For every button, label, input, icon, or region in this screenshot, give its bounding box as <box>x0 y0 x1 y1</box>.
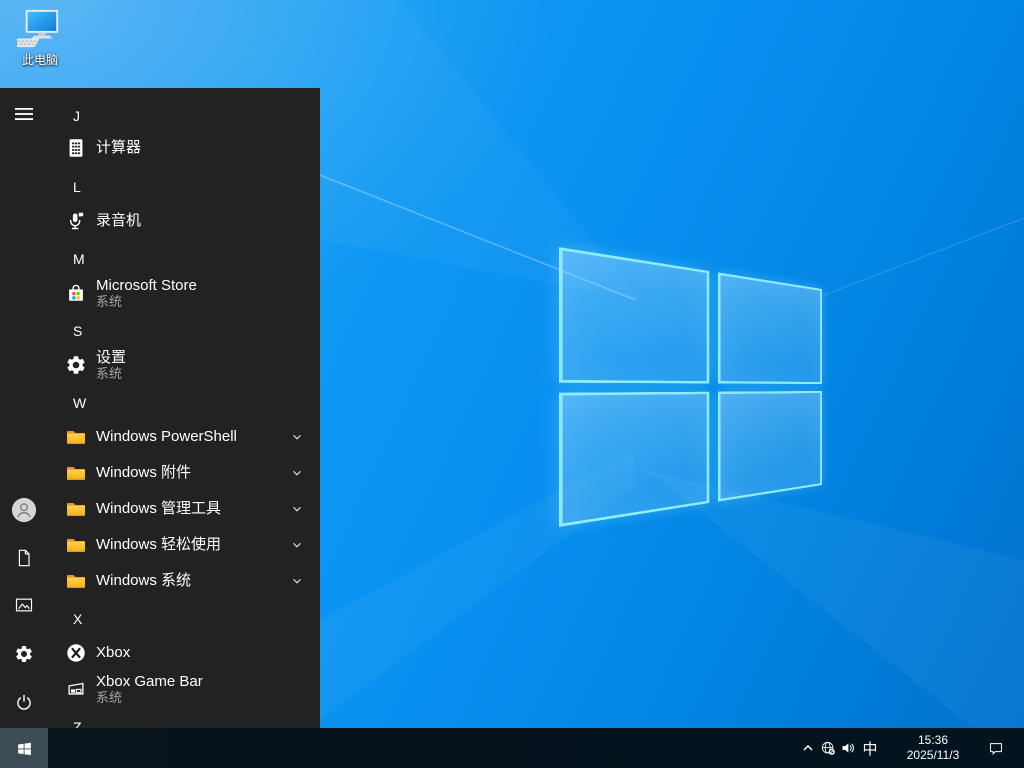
app-row-windows-轻松使用[interactable]: Windows 轻松使用 <box>48 527 320 563</box>
folder-icon <box>64 533 88 557</box>
action-center-button[interactable] <box>976 728 1016 768</box>
logo-pane <box>558 247 710 383</box>
voice-recorder-icon <box>64 209 88 233</box>
logo-pane <box>558 391 710 527</box>
document-icon <box>14 548 34 573</box>
section-letter-X[interactable]: X <box>73 604 82 634</box>
rail-pictures-button[interactable] <box>0 583 48 631</box>
rail-menu-button[interactable] <box>0 92 48 140</box>
notification-icon <box>976 728 1016 768</box>
chevron-down-icon[interactable] <box>290 502 304 516</box>
start-menu-app-list: J 计算器 L 录音机 M Microsoft Store 系统 S 设置 系统 W Windows … <box>48 88 320 728</box>
taskbar[interactable]: 中 15:36 2025/11/3 <box>0 728 1024 768</box>
start-menu-rail <box>0 88 48 728</box>
app-text: Windows 附件 <box>96 465 191 481</box>
user-icon <box>11 497 37 528</box>
chevron-down-icon[interactable] <box>290 538 304 552</box>
chevron-down-icon[interactable] <box>290 466 304 480</box>
app-row-windows-系统[interactable]: Windows 系统 <box>48 563 320 599</box>
desktop-icon-label: 此电脑 <box>21 53 58 67</box>
app-row-windows-管理工具[interactable]: Windows 管理工具 <box>48 491 320 527</box>
hidden-icons-button[interactable] <box>798 728 818 768</box>
logo-pane <box>717 390 822 502</box>
section-letter-Z[interactable]: Z <box>73 712 82 728</box>
system-tray: 中 15:36 2025/11/3 <box>798 728 1024 768</box>
app-text: Xbox Game Bar 系统 <box>96 672 203 705</box>
logo-pane <box>717 272 822 384</box>
app-label: Windows 轻松使用 <box>96 536 222 553</box>
windows-logo-icon <box>0 728 48 768</box>
start-button[interactable] <box>0 728 48 768</box>
clock[interactable]: 15:36 2025/11/3 <box>896 728 970 768</box>
power-icon <box>14 692 34 717</box>
rail-documents-button[interactable] <box>0 536 48 584</box>
app-text: Windows PowerShell <box>96 429 237 445</box>
app-label: Windows 附件 <box>96 464 192 481</box>
folder-icon <box>64 497 88 521</box>
clock-date: 2025/11/3 <box>906 748 960 762</box>
rail-power-button[interactable] <box>0 680 48 728</box>
app-label: 录音机 <box>96 212 142 229</box>
app-sublabel: 系统 <box>96 689 123 705</box>
xbox-game-bar-icon <box>64 677 88 701</box>
clock-time: 15:36 <box>917 733 949 747</box>
desktop-icon-this-pc[interactable]: 此电脑 <box>8 8 72 80</box>
app-row-xbox[interactable]: Xbox <box>48 635 320 671</box>
chevron-up-icon <box>798 728 818 768</box>
app-label: Windows 管理工具 <box>96 500 222 517</box>
chevron-down-icon[interactable] <box>290 430 304 444</box>
pictures-icon <box>14 595 34 620</box>
rail-user-button[interactable] <box>0 488 48 536</box>
store-icon <box>64 281 88 305</box>
settings-icon <box>64 353 88 377</box>
app-label: Xbox Game Bar <box>96 672 203 690</box>
settings-icon <box>14 644 34 669</box>
chevron-down-icon[interactable] <box>290 574 304 588</box>
section-letter-S[interactable]: S <box>73 316 82 346</box>
hamburger-icon <box>14 104 34 129</box>
app-label: 设置 <box>96 348 127 366</box>
ime-indicator[interactable]: 中 <box>858 728 882 768</box>
app-label: 计算器 <box>96 139 142 156</box>
app-text: Windows 管理工具 <box>96 501 221 517</box>
app-label: Xbox <box>96 644 131 661</box>
app-row-windows-附件[interactable]: Windows 附件 <box>48 455 320 491</box>
this-pc-icon <box>12 8 63 50</box>
app-text: Windows 轻松使用 <box>96 537 221 553</box>
app-label: Windows 系统 <box>96 572 192 589</box>
folder-icon <box>64 461 88 485</box>
wallpaper-windows-logo <box>558 247 822 527</box>
section-letter-W[interactable]: W <box>73 388 86 418</box>
app-label: Microsoft Store <box>96 276 197 294</box>
app-row-计算器[interactable]: 计算器 <box>48 130 320 166</box>
app-row-xbox-game-bar[interactable]: Xbox Game Bar 系统 <box>48 671 320 707</box>
app-label: Windows PowerShell <box>96 428 237 445</box>
app-text: 录音机 <box>96 213 141 229</box>
network-button[interactable] <box>818 728 838 768</box>
app-sublabel: 系统 <box>96 293 123 309</box>
app-row-windows-powershell[interactable]: Windows PowerShell <box>48 419 320 455</box>
folder-icon <box>64 569 88 593</box>
volume-icon <box>838 728 858 768</box>
app-text: Windows 系统 <box>96 573 191 589</box>
app-text: 设置 系统 <box>96 348 127 381</box>
app-row-microsoft-store[interactable]: Microsoft Store 系统 <box>48 275 320 311</box>
app-row-录音机[interactable]: 录音机 <box>48 203 320 239</box>
app-text: Xbox <box>96 645 130 661</box>
section-letter-M[interactable]: M <box>73 244 85 274</box>
app-row-设置[interactable]: 设置 系统 <box>48 347 320 383</box>
start-menu: J 计算器 L 录音机 M Microsoft Store 系统 S 设置 系统 W Windows … <box>0 88 320 728</box>
app-sublabel: 系统 <box>96 365 123 381</box>
section-letter-J[interactable]: J <box>73 101 80 131</box>
rail-settings-button[interactable] <box>0 632 48 680</box>
app-text: 计算器 <box>96 140 141 156</box>
xbox-icon <box>64 641 88 665</box>
section-letter-L[interactable]: L <box>73 172 81 202</box>
volume-button[interactable] <box>838 728 858 768</box>
app-text: Microsoft Store 系统 <box>96 276 197 309</box>
globe-offline-icon <box>818 728 838 768</box>
calculator-icon <box>64 136 88 160</box>
folder-icon <box>64 425 88 449</box>
